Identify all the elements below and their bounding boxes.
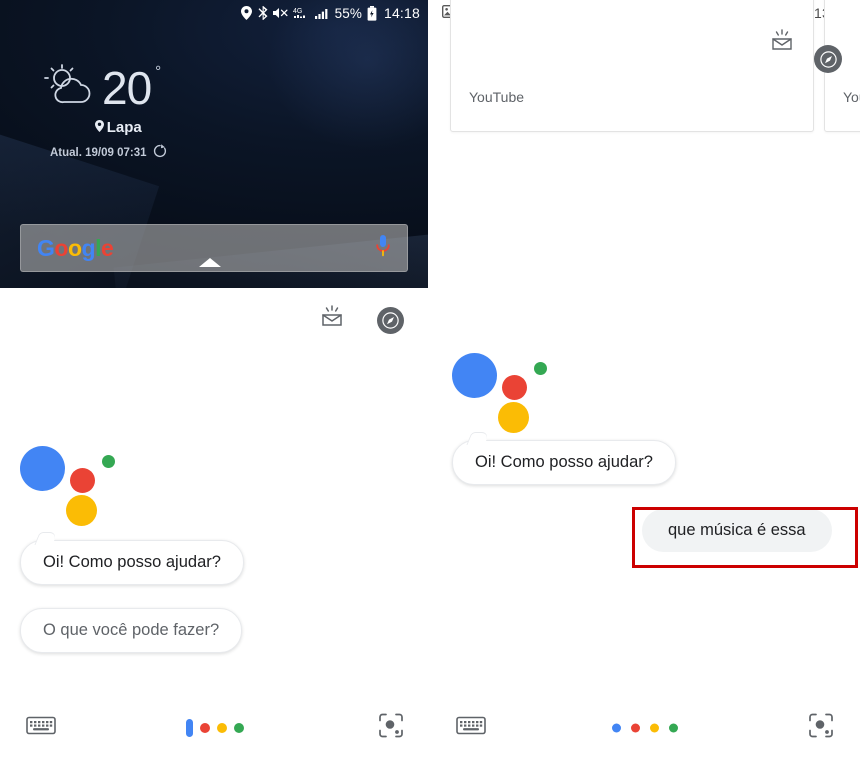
- mic-dot-green: [669, 723, 678, 733]
- bubble-tail: [466, 432, 490, 445]
- assistant-dot-blue: [452, 353, 497, 398]
- location-pin-icon: [94, 119, 104, 136]
- home-screen-panel: 4G 55% 14:18 20 ° Lapa Atual. 19/09 07:3…: [0, 0, 428, 288]
- bubble-tail: [34, 532, 58, 545]
- card-label: You: [843, 89, 860, 105]
- assistant-dot-red: [502, 375, 527, 400]
- assistant-message-text: Oi! Como posso ajudar?: [475, 453, 653, 471]
- google-lens-icon[interactable]: [808, 713, 834, 744]
- google-logo: Google: [37, 234, 114, 261]
- mic-dot-yellow: [217, 723, 227, 733]
- mic-dot-red: [200, 723, 210, 733]
- assistant-dot-blue: [20, 446, 65, 491]
- assistant-dot-yellow: [498, 402, 529, 433]
- battery-icon: [367, 5, 377, 21]
- weather-city-label: Lapa: [106, 119, 142, 136]
- svg-text:4G: 4G: [293, 8, 302, 15]
- assistant-panel-right: Oi! Como posso ajudar? que música é essa: [430, 288, 860, 761]
- weather-main-row: 20 °: [40, 62, 167, 113]
- mute-icon: [272, 6, 288, 20]
- assistant-dot-green: [102, 455, 115, 468]
- mic-dot-green: [234, 723, 244, 733]
- bluetooth-icon: [257, 6, 268, 20]
- weather-updated-row: Atual. 19/09 07:31: [50, 144, 167, 161]
- inbox-rays-icon[interactable]: [319, 305, 345, 336]
- status-clock: 14:18: [383, 5, 420, 21]
- keyboard-icon[interactable]: [26, 715, 56, 742]
- keyboard-icon[interactable]: [456, 715, 486, 742]
- weather-widget[interactable]: 20 ° Lapa Atual. 19/09 07:31: [40, 62, 167, 161]
- assistant-dot-red: [70, 468, 95, 493]
- compass-icon[interactable]: [377, 307, 404, 334]
- google-lens-icon[interactable]: [378, 713, 404, 744]
- refresh-icon[interactable]: [153, 144, 167, 161]
- assistant-dot-green: [534, 362, 547, 375]
- mic-bar-blue: [186, 719, 193, 737]
- signal-icon: [314, 6, 330, 20]
- assistant-message-bubble: Oi! Como posso ajudar?: [20, 532, 244, 585]
- assistant-message-text: Oi! Como posso ajudar?: [43, 553, 221, 571]
- assistant-bottom-bar-left: [0, 695, 430, 761]
- mic-dot-yellow: [650, 723, 659, 733]
- compass-icon[interactable]: [814, 45, 842, 73]
- google-assistant-dots-logo: [452, 345, 547, 433]
- sun-behind-cloud-icon: [40, 62, 96, 113]
- card-label: YouTube: [469, 89, 525, 105]
- weather-location-row: Lapa: [70, 119, 167, 136]
- microphone-icon[interactable]: [375, 234, 391, 263]
- inbox-rays-icon: [769, 29, 795, 60]
- location-icon: [240, 6, 252, 20]
- card-youtube[interactable]: YouTube: [450, 0, 814, 132]
- assistant-dot-yellow: [66, 495, 97, 526]
- 4g-icon: 4G: [293, 6, 309, 20]
- google-mic-dots-icon[interactable]: [612, 723, 678, 733]
- assistant-toolbar: [319, 305, 404, 336]
- google-mic-dots-icon[interactable]: [186, 719, 244, 737]
- weather-temperature: 20: [102, 61, 152, 114]
- app-drawer-chevron-up-icon[interactable]: [199, 258, 221, 267]
- screenshot-stage: 4G 55% 14:18 20 ° Lapa Atual. 19/09 07:3…: [0, 0, 860, 761]
- assistant-bottom-bar-right: [430, 695, 860, 761]
- suggestion-chip[interactable]: O que você pode fazer?: [20, 608, 243, 653]
- google-assistant-dots-logo: [20, 438, 115, 526]
- weather-updated-label: Atual. 19/09 07:31: [50, 146, 147, 159]
- battery-percent-label: 55%: [334, 5, 362, 21]
- cards-panel: 4G 61% 13:51: [430, 0, 860, 288]
- annotation-highlight-box: [632, 507, 858, 568]
- assistant-panel-left: Oi! Como posso ajudar? O que você pode f…: [0, 288, 430, 761]
- suggestion-chip-label: O que você pode fazer?: [43, 621, 220, 639]
- mic-dot-blue: [612, 723, 621, 733]
- weather-degree-symbol: °: [155, 63, 162, 80]
- mic-dot-red: [631, 723, 640, 733]
- status-bar-dark: 4G 55% 14:18: [0, 0, 428, 26]
- assistant-message-bubble: Oi! Como posso ajudar?: [452, 432, 676, 485]
